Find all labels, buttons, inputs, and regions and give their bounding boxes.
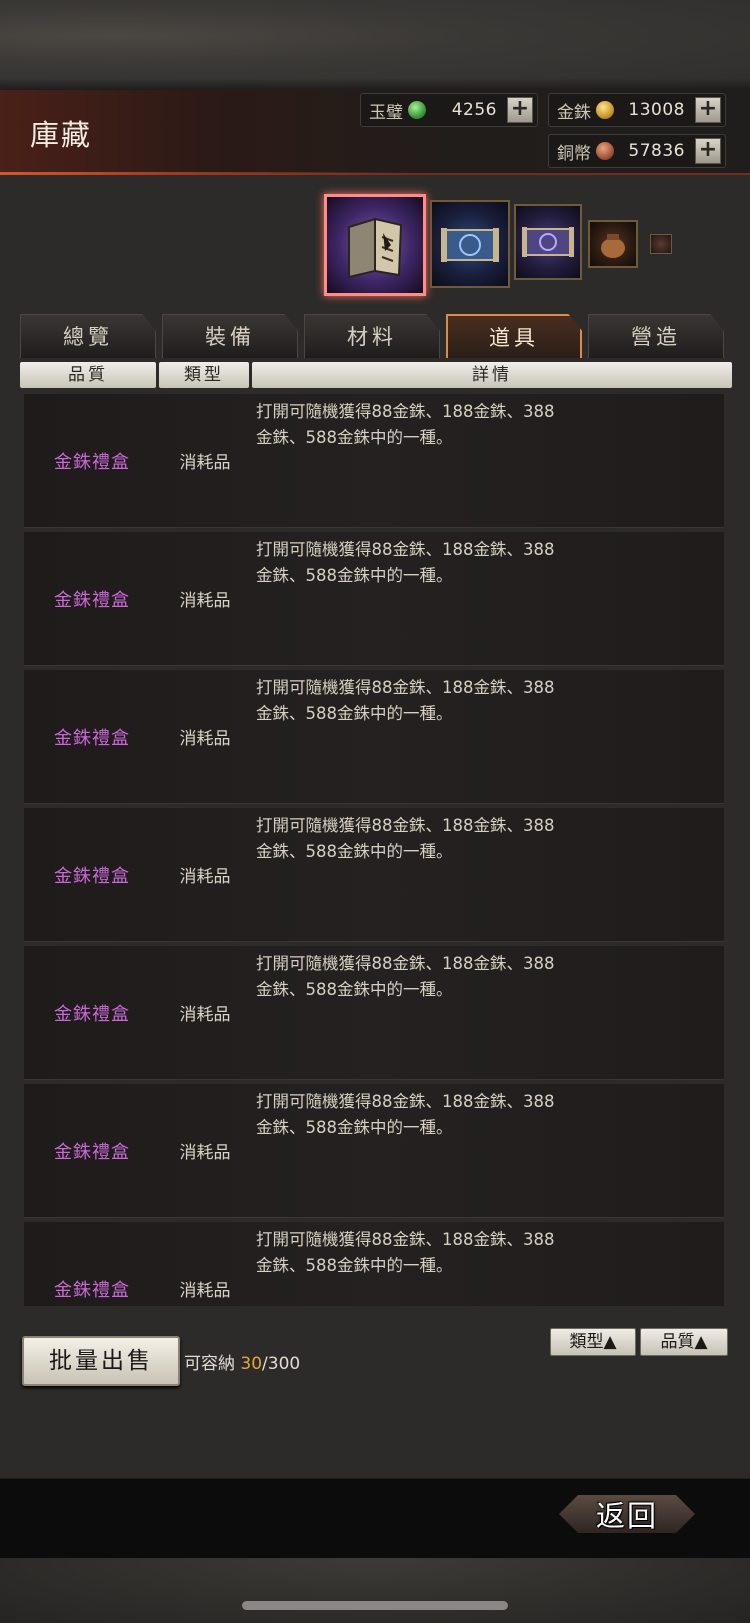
bottom-bar: 批量出售 可容納 30/300 類型▲ 品質▲ [0, 1308, 750, 1478]
item-name: 金銖禮盒 [54, 865, 130, 887]
category-small[interactable] [650, 234, 672, 254]
add-jade-button[interactable]: + [507, 97, 533, 123]
item-type: 消耗品 [179, 453, 231, 473]
currency-label: 金銖 [557, 102, 591, 123]
item-type: 消耗品 [179, 1005, 231, 1025]
item-list[interactable]: 金銖禮盒 消耗品 打開可隨機獲得88金銖、188金銖、388金銖、588金銖中的… [24, 394, 724, 1306]
add-gold-button[interactable]: + [695, 97, 721, 123]
tab-bar: 總覽 裝備 材料 道具 營造 [20, 314, 730, 360]
scroll-purple-icon [516, 206, 580, 278]
item-detail: 打開可隨機獲得88金銖、188金銖、388金銖、588金銖中的一種。 [256, 678, 555, 723]
item-name: 金銖禮盒 [54, 451, 130, 473]
capacity-max: /300 [262, 1354, 301, 1374]
tab-materials[interactable]: 材料 [304, 314, 440, 358]
list-item[interactable]: 金銖禮盒 消耗品 打開可隨機獲得88金銖、188金銖、388金銖、588金銖中的… [24, 946, 724, 1080]
home-indicator[interactable] [242, 1601, 508, 1610]
currency-jade: 玉璧 4256 + [360, 93, 538, 127]
item-detail: 打開可隨機獲得88金銖、188金銖、388金銖、588金銖中的一種。 [256, 402, 555, 447]
currency-value: 4256 [451, 100, 497, 120]
category-scroll-purple[interactable] [514, 204, 582, 280]
list-item[interactable]: 金銖禮盒 消耗品 打開可隨機獲得88金銖、188金銖、388金銖、588金銖中的… [24, 670, 724, 804]
category-scroll-blue[interactable] [430, 200, 510, 288]
item-name: 金銖禮盒 [54, 1141, 130, 1163]
back-label: 返回 [595, 1499, 658, 1533]
back-button[interactable]: 返回 [559, 1489, 695, 1539]
title-bar: 庫藏 玉璧 4256 + 金銖 13008 + 銅幣 57836 + [0, 90, 750, 175]
item-type: 消耗品 [179, 1281, 231, 1301]
jade-coin-icon [408, 101, 426, 119]
capacity-text: 可容納 30/300 [184, 1349, 300, 1374]
item-type: 消耗品 [179, 867, 231, 887]
footer: 返回 [0, 1478, 750, 1559]
currency-value: 13008 [628, 100, 685, 120]
bottom-decoration [0, 1558, 750, 1623]
item-detail: 打開可隨機獲得88金銖、188金銖、388金銖、588金銖中的一種。 [256, 816, 555, 861]
currency-value: 57836 [628, 141, 685, 161]
list-item[interactable]: 金銖禮盒 消耗品 打開可隨機獲得88金銖、188金銖、388金銖、588金銖中的… [24, 1222, 724, 1306]
item-detail: 打開可隨機獲得88金銖、188金銖、388金銖、588金銖中的一種。 [256, 1092, 555, 1137]
copper-coin-icon [596, 142, 614, 160]
category-icons [0, 190, 750, 300]
sort-by-quality-button[interactable]: 品質▲ [640, 1328, 728, 1356]
small-item-icon [651, 235, 671, 253]
capacity-used: 30 [240, 1354, 263, 1374]
bulk-sell-button[interactable]: 批量出售 [22, 1336, 180, 1386]
tab-construction[interactable]: 營造 [588, 314, 724, 358]
item-detail: 打開可隨機獲得88金銖、188金銖、388金銖、588金銖中的一種。 [256, 540, 555, 585]
item-name: 金銖禮盒 [54, 1003, 130, 1025]
currency-copper: 銅幣 57836 + [548, 134, 726, 168]
item-name: 金銖禮盒 [54, 1279, 130, 1301]
scroll-blue-icon [432, 202, 508, 286]
category-pouch[interactable] [588, 220, 638, 268]
item-type: 消耗品 [179, 729, 231, 749]
item-type: 消耗品 [179, 1143, 231, 1163]
page-title: 庫藏 [30, 118, 93, 152]
item-type: 消耗品 [179, 591, 231, 611]
category-book[interactable] [324, 194, 426, 296]
item-detail: 打開可隨機獲得88金銖、188金銖、388金銖、588金銖中的一種。 [256, 1230, 555, 1275]
currency-gold: 金銖 13008 + [548, 93, 726, 127]
item-detail: 打開可隨機獲得88金銖、188金銖、388金銖、588金銖中的一種。 [256, 954, 555, 999]
list-item[interactable]: 金銖禮盒 消耗品 打開可隨機獲得88金銖、188金銖、388金銖、588金銖中的… [24, 532, 724, 666]
currency-label: 玉璧 [369, 102, 403, 123]
currency-label: 銅幣 [557, 143, 591, 164]
list-item[interactable]: 金銖禮盒 消耗品 打開可隨機獲得88金銖、188金銖、388金銖、588金銖中的… [24, 808, 724, 942]
sort-by-type-button[interactable]: 類型▲ [550, 1328, 636, 1356]
column-quality: 品質 [20, 362, 156, 388]
column-detail: 詳情 [252, 362, 732, 388]
column-type: 類型 [159, 362, 249, 388]
tab-items[interactable]: 道具 [446, 314, 582, 358]
tab-equipment[interactable]: 裝備 [162, 314, 298, 358]
capacity-label: 可容納 [184, 1354, 235, 1374]
top-decoration [0, 0, 750, 90]
gold-coin-icon [596, 101, 614, 119]
item-name: 金銖禮盒 [54, 727, 130, 749]
tab-overview[interactable]: 總覽 [20, 314, 156, 358]
item-book-icon [327, 197, 423, 293]
pouch-icon [590, 222, 636, 266]
list-item[interactable]: 金銖禮盒 消耗品 打開可隨機獲得88金銖、188金銖、388金銖、588金銖中的… [24, 394, 724, 528]
add-copper-button[interactable]: + [695, 138, 721, 164]
list-item[interactable]: 金銖禮盒 消耗品 打開可隨機獲得88金銖、188金銖、388金銖、588金銖中的… [24, 1084, 724, 1218]
item-name: 金銖禮盒 [54, 589, 130, 611]
